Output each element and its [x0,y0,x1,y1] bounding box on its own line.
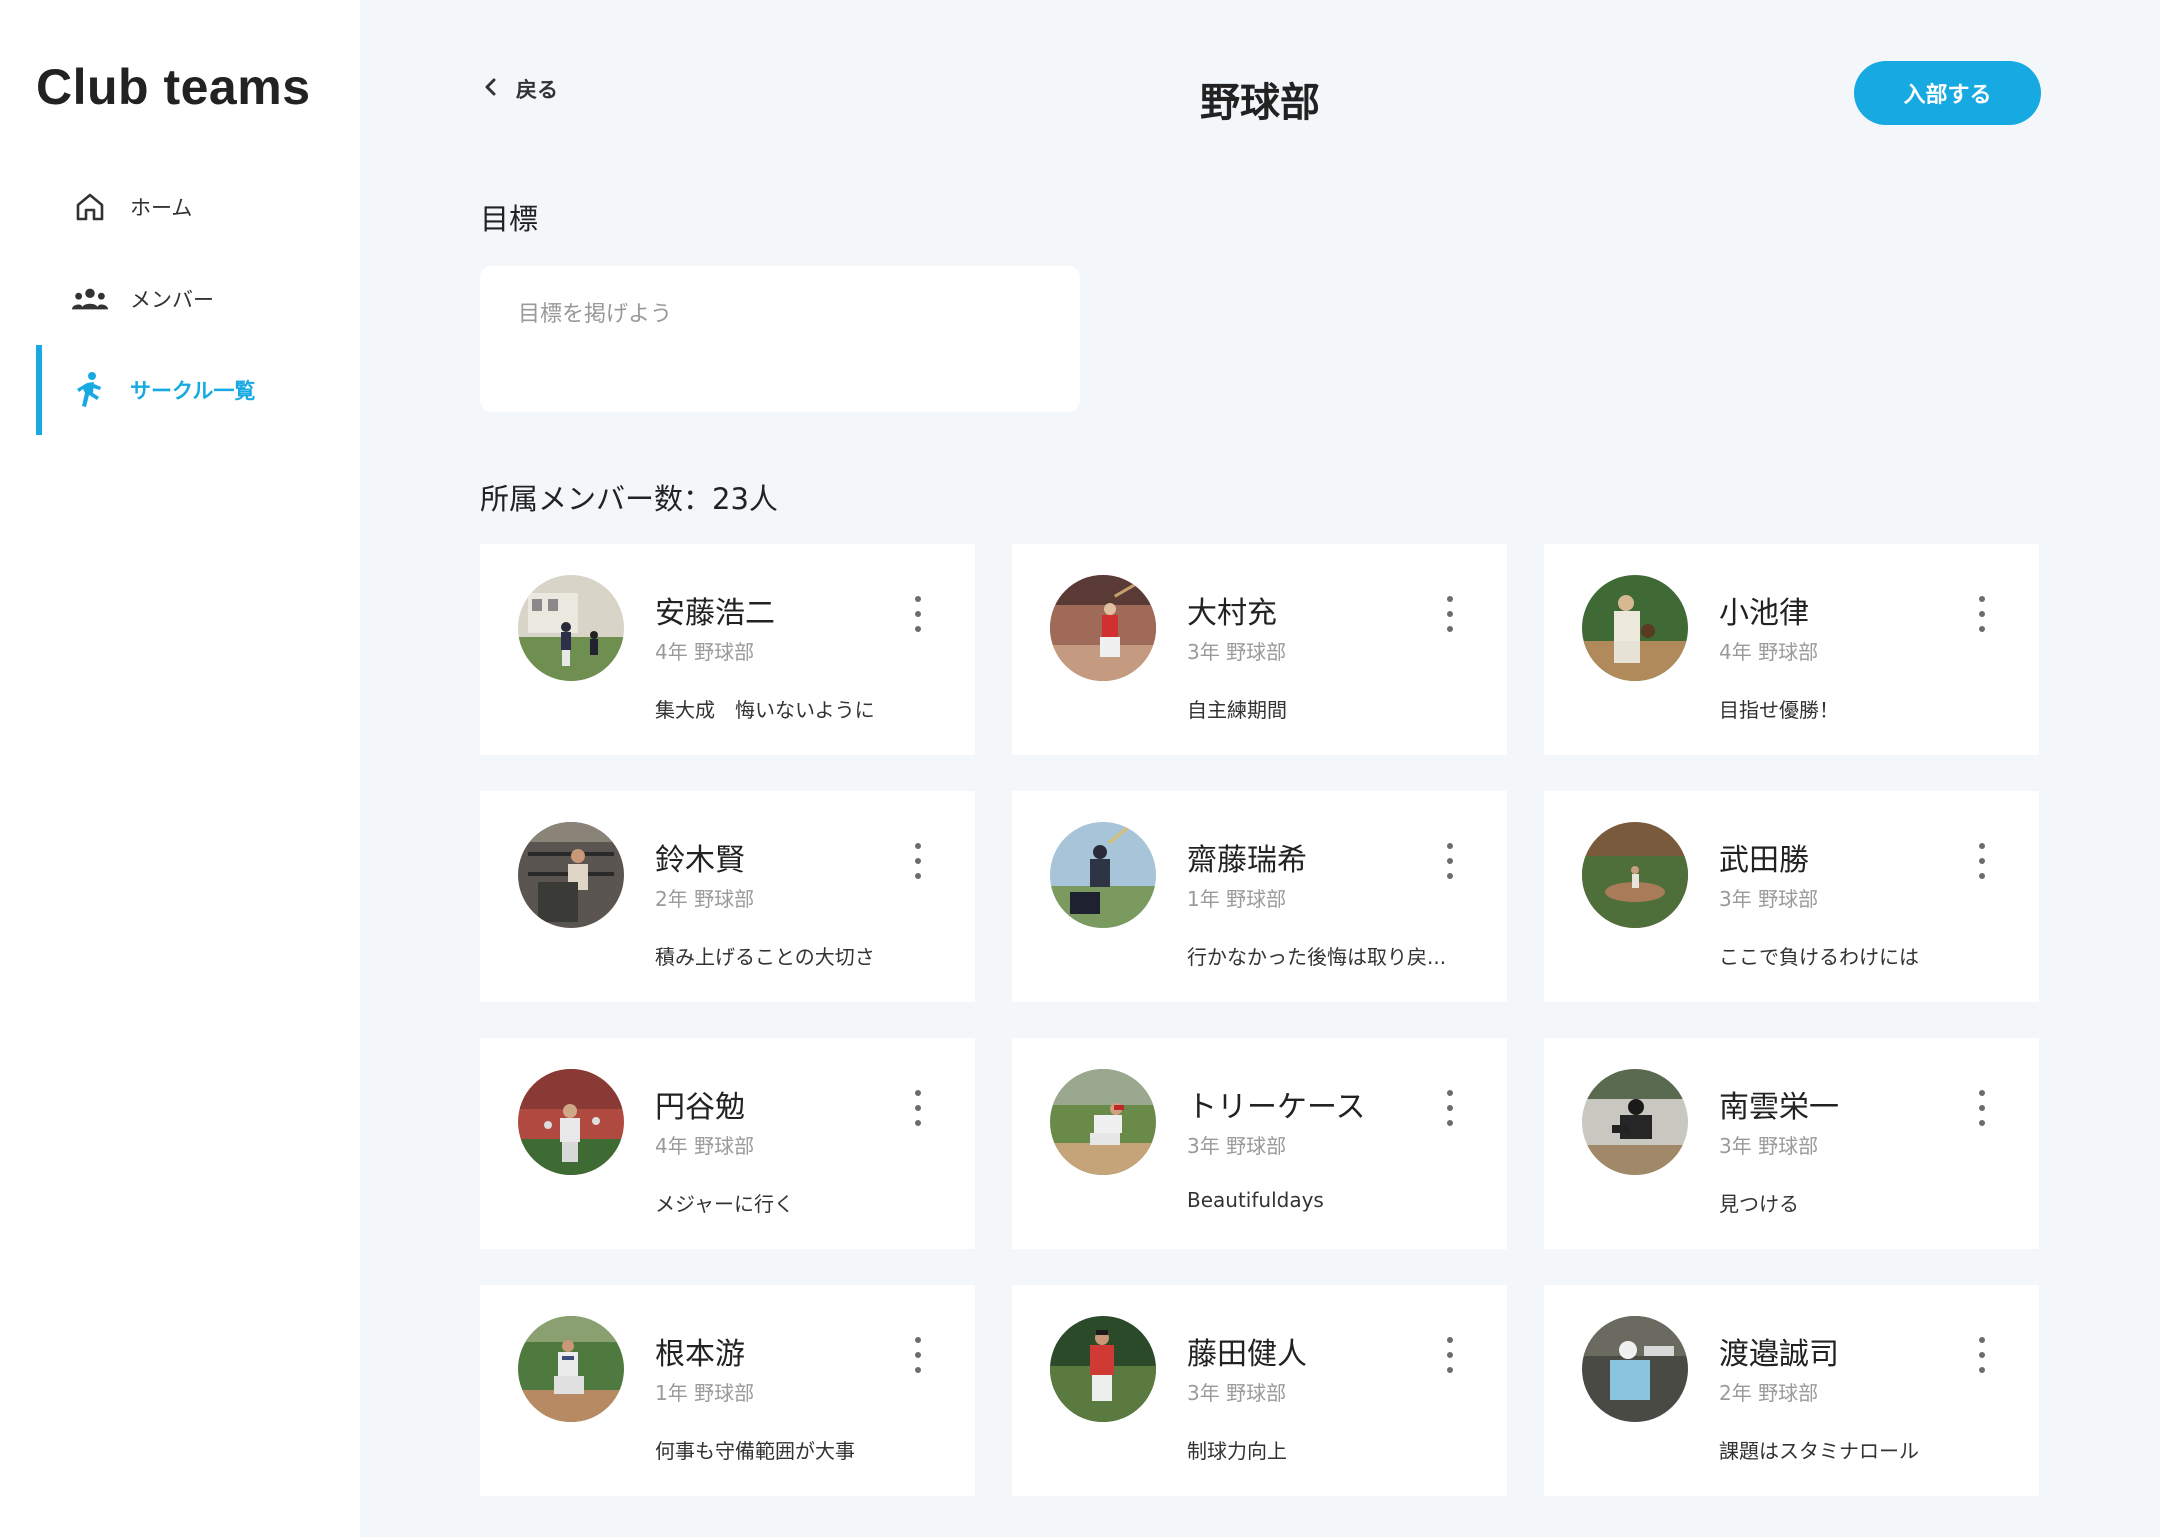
more-options-icon[interactable] [1975,1090,1989,1126]
page-title: 野球部 [1200,80,1320,126]
member-meta: 3年 野球部 [1187,1381,1287,1405]
avatar [1582,1069,1688,1175]
member-name: トリーケース [1187,1090,1366,1125]
member-meta: 3年 野球部 [1187,1134,1287,1158]
goal-input[interactable] [480,266,1080,412]
member-name: 安藤浩二 [655,596,775,631]
more-options-icon[interactable] [911,1090,925,1126]
chevron-left-icon [484,77,498,101]
back-button[interactable]: 戻る [484,74,558,104]
member-meta: 1年 野球部 [655,1381,755,1405]
sidebar-item-label: メンバー [130,288,214,312]
member-meta: 4年 野球部 [655,640,755,664]
sidebar-item-home[interactable]: ホーム [36,162,336,252]
more-options-icon[interactable] [1975,843,1989,879]
sidebar: Club teams ホーム メンバー サークル一覧 [0,0,360,1537]
more-options-icon[interactable] [911,1337,925,1373]
avatar [518,575,624,681]
more-options-icon[interactable] [1975,596,1989,632]
more-options-icon[interactable] [1443,1337,1457,1373]
join-button[interactable]: 入部する [1854,61,2041,125]
member-name: 齋藤瑞希 [1187,843,1307,878]
runner-icon [72,372,108,408]
avatar [1050,822,1156,928]
member-card[interactable]: 大村充 3年 野球部 自主練期間 [1012,544,1507,755]
avatar [1050,1069,1156,1175]
avatar [518,822,624,928]
member-message: 目指せ優勝！ [1719,698,1839,722]
back-label: 戻る [516,78,558,102]
member-meta: 4年 野球部 [1719,640,1819,664]
member-message: 積み上げることの大切さ [655,945,875,969]
active-indicator [36,345,42,435]
member-name: 小池律 [1719,596,1809,631]
member-message: 見つける [1719,1192,1799,1216]
member-message: Beautifuldays [1187,1188,1324,1212]
member-card[interactable]: 南雲栄一 3年 野球部 見つける [1544,1038,2039,1249]
member-name: 武田勝 [1719,843,1809,878]
member-card[interactable]: トリーケース 3年 野球部 Beautifuldays [1012,1038,1507,1249]
member-message: 課題はスタミナロール [1719,1439,1919,1463]
member-message: ここで負けるわけには [1719,945,1919,969]
avatar [1050,575,1156,681]
home-icon [72,189,108,225]
member-meta: 2年 野球部 [655,887,755,911]
avatar [518,1316,624,1422]
member-meta: 4年 野球部 [655,1134,755,1158]
more-options-icon[interactable] [1443,843,1457,879]
member-meta: 3年 野球部 [1719,887,1819,911]
member-meta: 3年 野球部 [1187,640,1287,664]
more-options-icon[interactable] [911,596,925,632]
avatar [518,1069,624,1175]
more-options-icon[interactable] [1443,596,1457,632]
avatar [1582,1316,1688,1422]
member-card[interactable]: 安藤浩二 4年 野球部 集大成 悔いないように [480,544,975,755]
member-meta: 1年 野球部 [1187,887,1287,911]
member-card[interactable]: 円谷勉 4年 野球部 メジャーに行く [480,1038,975,1249]
member-name: 根本游 [655,1337,745,1372]
member-meta: 2年 野球部 [1719,1381,1819,1405]
member-name: 南雲栄一 [1719,1090,1839,1125]
sidebar-item-members[interactable]: メンバー [36,254,336,344]
member-card[interactable]: 根本游 1年 野球部 何事も守備範囲が大事 [480,1285,975,1496]
member-name: 円谷勉 [655,1090,745,1125]
member-card[interactable]: 藤田健人 3年 野球部 制球力向上 [1012,1285,1507,1496]
goal-heading: 目標 [480,202,539,236]
member-card[interactable]: 齋藤瑞希 1年 野球部 行かなかった後悔は取り戻... [1012,791,1507,1002]
avatar [1582,575,1688,681]
avatar [1050,1316,1156,1422]
members-icon [72,281,108,317]
member-message: 制球力向上 [1187,1439,1287,1463]
member-name: 渡邉誠司 [1719,1337,1839,1372]
more-options-icon[interactable] [1443,1090,1457,1126]
avatar [1582,822,1688,928]
member-message: メジャーに行く [655,1192,794,1216]
member-card[interactable]: 渡邉誠司 2年 野球部 課題はスタミナロール [1544,1285,2039,1496]
sidebar-item-circle-list[interactable]: サークル一覧 [36,345,336,435]
member-message: 自主練期間 [1187,698,1287,722]
member-name: 藤田健人 [1187,1337,1307,1372]
member-count-heading: 所属メンバー数：23人 [480,482,778,516]
member-meta: 3年 野球部 [1719,1134,1819,1158]
member-card[interactable]: 鈴木賢 2年 野球部 積み上げることの大切さ [480,791,975,1002]
member-message: 行かなかった後悔は取り戻... [1187,945,1447,969]
member-card[interactable]: 武田勝 3年 野球部 ここで負けるわけには [1544,791,2039,1002]
sidebar-item-label: サークル一覧 [130,379,256,403]
brand-title: Club teams [36,59,311,115]
member-card[interactable]: 小池律 4年 野球部 目指せ優勝！ [1544,544,2039,755]
more-options-icon[interactable] [911,843,925,879]
more-options-icon[interactable] [1975,1337,1989,1373]
sidebar-item-label: ホーム [130,196,193,220]
member-name: 鈴木賢 [655,843,745,878]
member-grid: 安藤浩二 4年 野球部 集大成 悔いないように 大村充 3年 野球部 自主練期間… [480,544,2039,1496]
member-message: 何事も守備範囲が大事 [655,1439,855,1463]
member-message: 集大成 悔いないように [655,698,875,722]
member-name: 大村充 [1187,596,1277,631]
